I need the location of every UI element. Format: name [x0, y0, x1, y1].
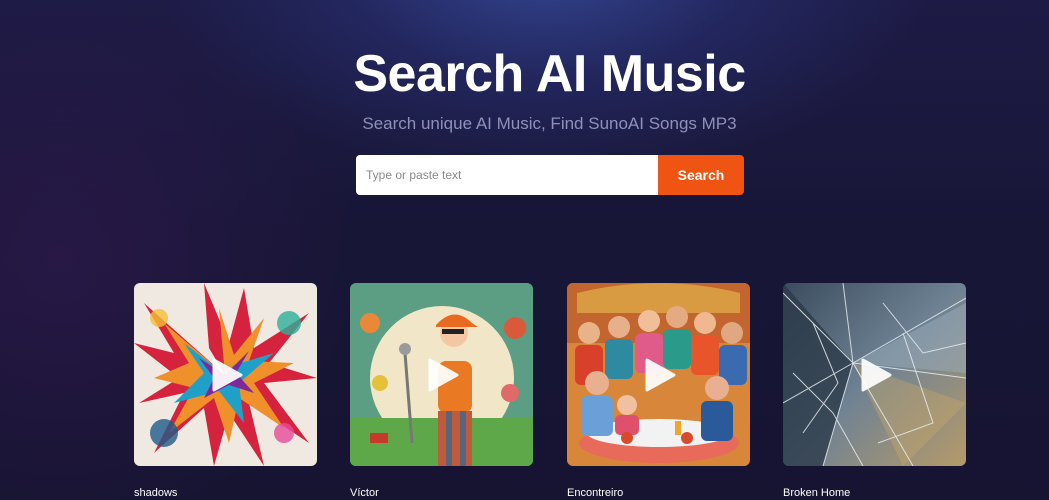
song-cover[interactable] — [350, 283, 533, 466]
song-title[interactable]: Víctor — [350, 487, 379, 499]
play-icon[interactable] — [857, 357, 893, 393]
page-title: Search AI Music — [353, 45, 746, 103]
play-icon[interactable] — [641, 357, 677, 393]
song-cover[interactable] — [567, 283, 750, 466]
search-input[interactable] — [356, 155, 658, 195]
song-cover[interactable] — [783, 283, 966, 466]
song-card[interactable]: Víctor — [350, 283, 533, 499]
page-subtitle: Search unique AI Music, Find SunoAI Song… — [362, 114, 737, 133]
song-card[interactable]: Encontreiro — [567, 283, 750, 499]
song-title[interactable]: shadows — [134, 487, 177, 499]
search-form: Search — [356, 155, 744, 195]
song-title[interactable]: Encontreiro — [567, 487, 623, 499]
song-cover[interactable] — [134, 283, 317, 466]
song-title[interactable]: Broken Home — [783, 487, 850, 499]
play-icon[interactable] — [424, 357, 460, 393]
play-icon[interactable] — [208, 357, 244, 393]
song-card[interactable]: Broken Home — [783, 283, 966, 499]
search-button[interactable]: Search — [658, 155, 744, 195]
song-card[interactable]: shadows — [134, 283, 317, 499]
